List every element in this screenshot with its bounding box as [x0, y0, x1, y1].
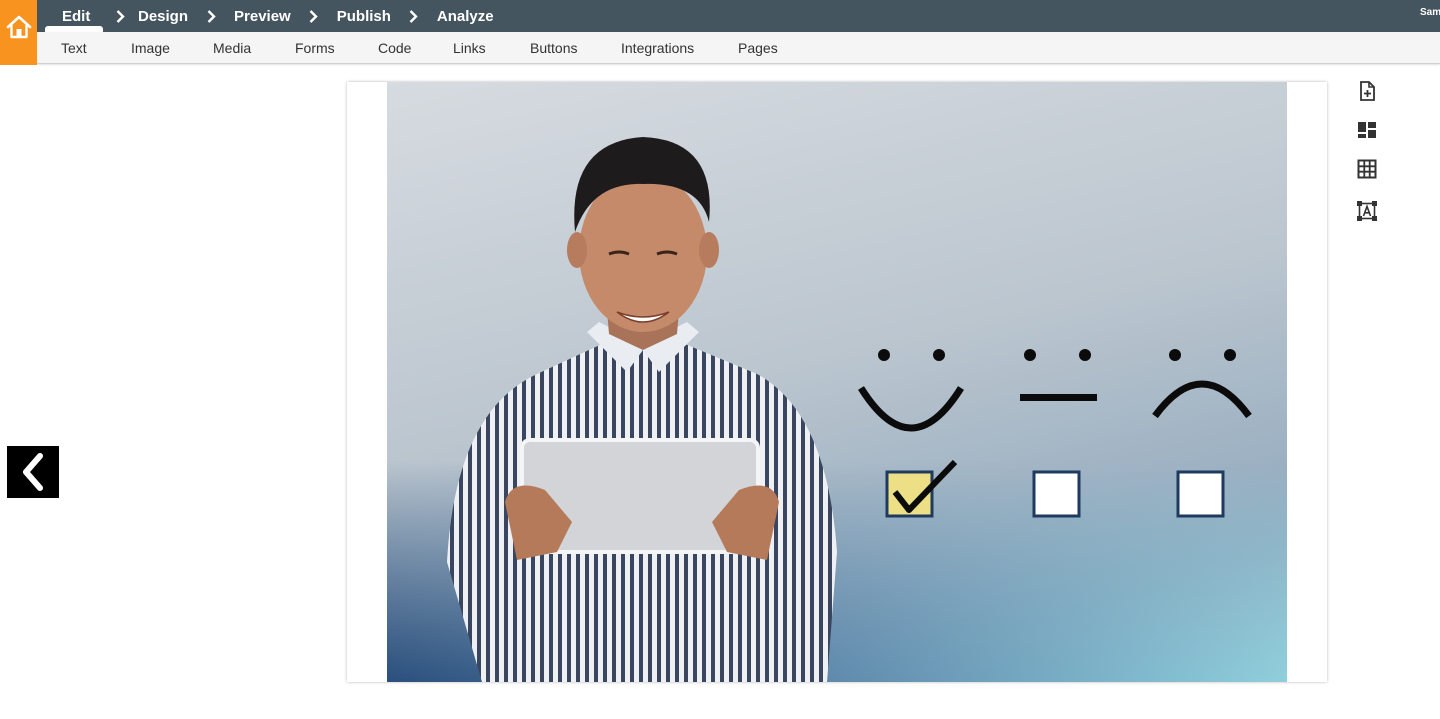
table-icon[interactable]: [1356, 158, 1378, 180]
step-analyze[interactable]: Analyze: [437, 0, 494, 32]
text-box-icon[interactable]: [1356, 200, 1378, 222]
hero-image[interactable]: [387, 82, 1287, 682]
step-publish[interactable]: Publish: [337, 0, 391, 32]
tool-forms[interactable]: Forms: [295, 32, 335, 63]
page-canvas[interactable]: [347, 82, 1327, 682]
step-preview[interactable]: Preview: [234, 0, 291, 32]
tool-image[interactable]: Image: [131, 32, 170, 63]
customer-feedback-illustration: [387, 82, 1287, 682]
chevron-right-icon: [291, 0, 337, 32]
tool-code[interactable]: Code: [378, 32, 411, 63]
home-button[interactable]: [0, 0, 37, 65]
checkbox-neutral: [1032, 470, 1081, 518]
workflow-bar: Edit Design Preview Publish Analyze Sam: [0, 0, 1440, 32]
element-toolbar: Text Image Media Forms Code Links Button…: [37, 32, 1440, 64]
layout-icon[interactable]: [1356, 119, 1378, 141]
chevron-right-icon: [188, 0, 234, 32]
checkbox-sad: [1176, 470, 1225, 518]
chevron-right-icon: [391, 0, 437, 32]
workflow-steps: Edit Design Preview Publish Analyze: [45, 0, 494, 32]
tool-text[interactable]: Text: [61, 32, 87, 63]
chevron-right-icon: [103, 0, 138, 32]
home-icon: [6, 15, 31, 39]
step-edit[interactable]: Edit: [45, 0, 103, 32]
add-page-icon[interactable]: [1356, 80, 1378, 102]
user-name[interactable]: Sam: [1420, 7, 1440, 18]
back-button[interactable]: [7, 446, 59, 498]
tool-buttons[interactable]: Buttons: [530, 32, 577, 63]
chevron-left-icon: [23, 453, 43, 491]
step-design[interactable]: Design: [138, 0, 188, 32]
tool-pages[interactable]: Pages: [738, 32, 778, 63]
tool-media[interactable]: Media: [213, 32, 251, 63]
tool-integrations[interactable]: Integrations: [621, 32, 694, 63]
tool-links[interactable]: Links: [453, 32, 486, 63]
